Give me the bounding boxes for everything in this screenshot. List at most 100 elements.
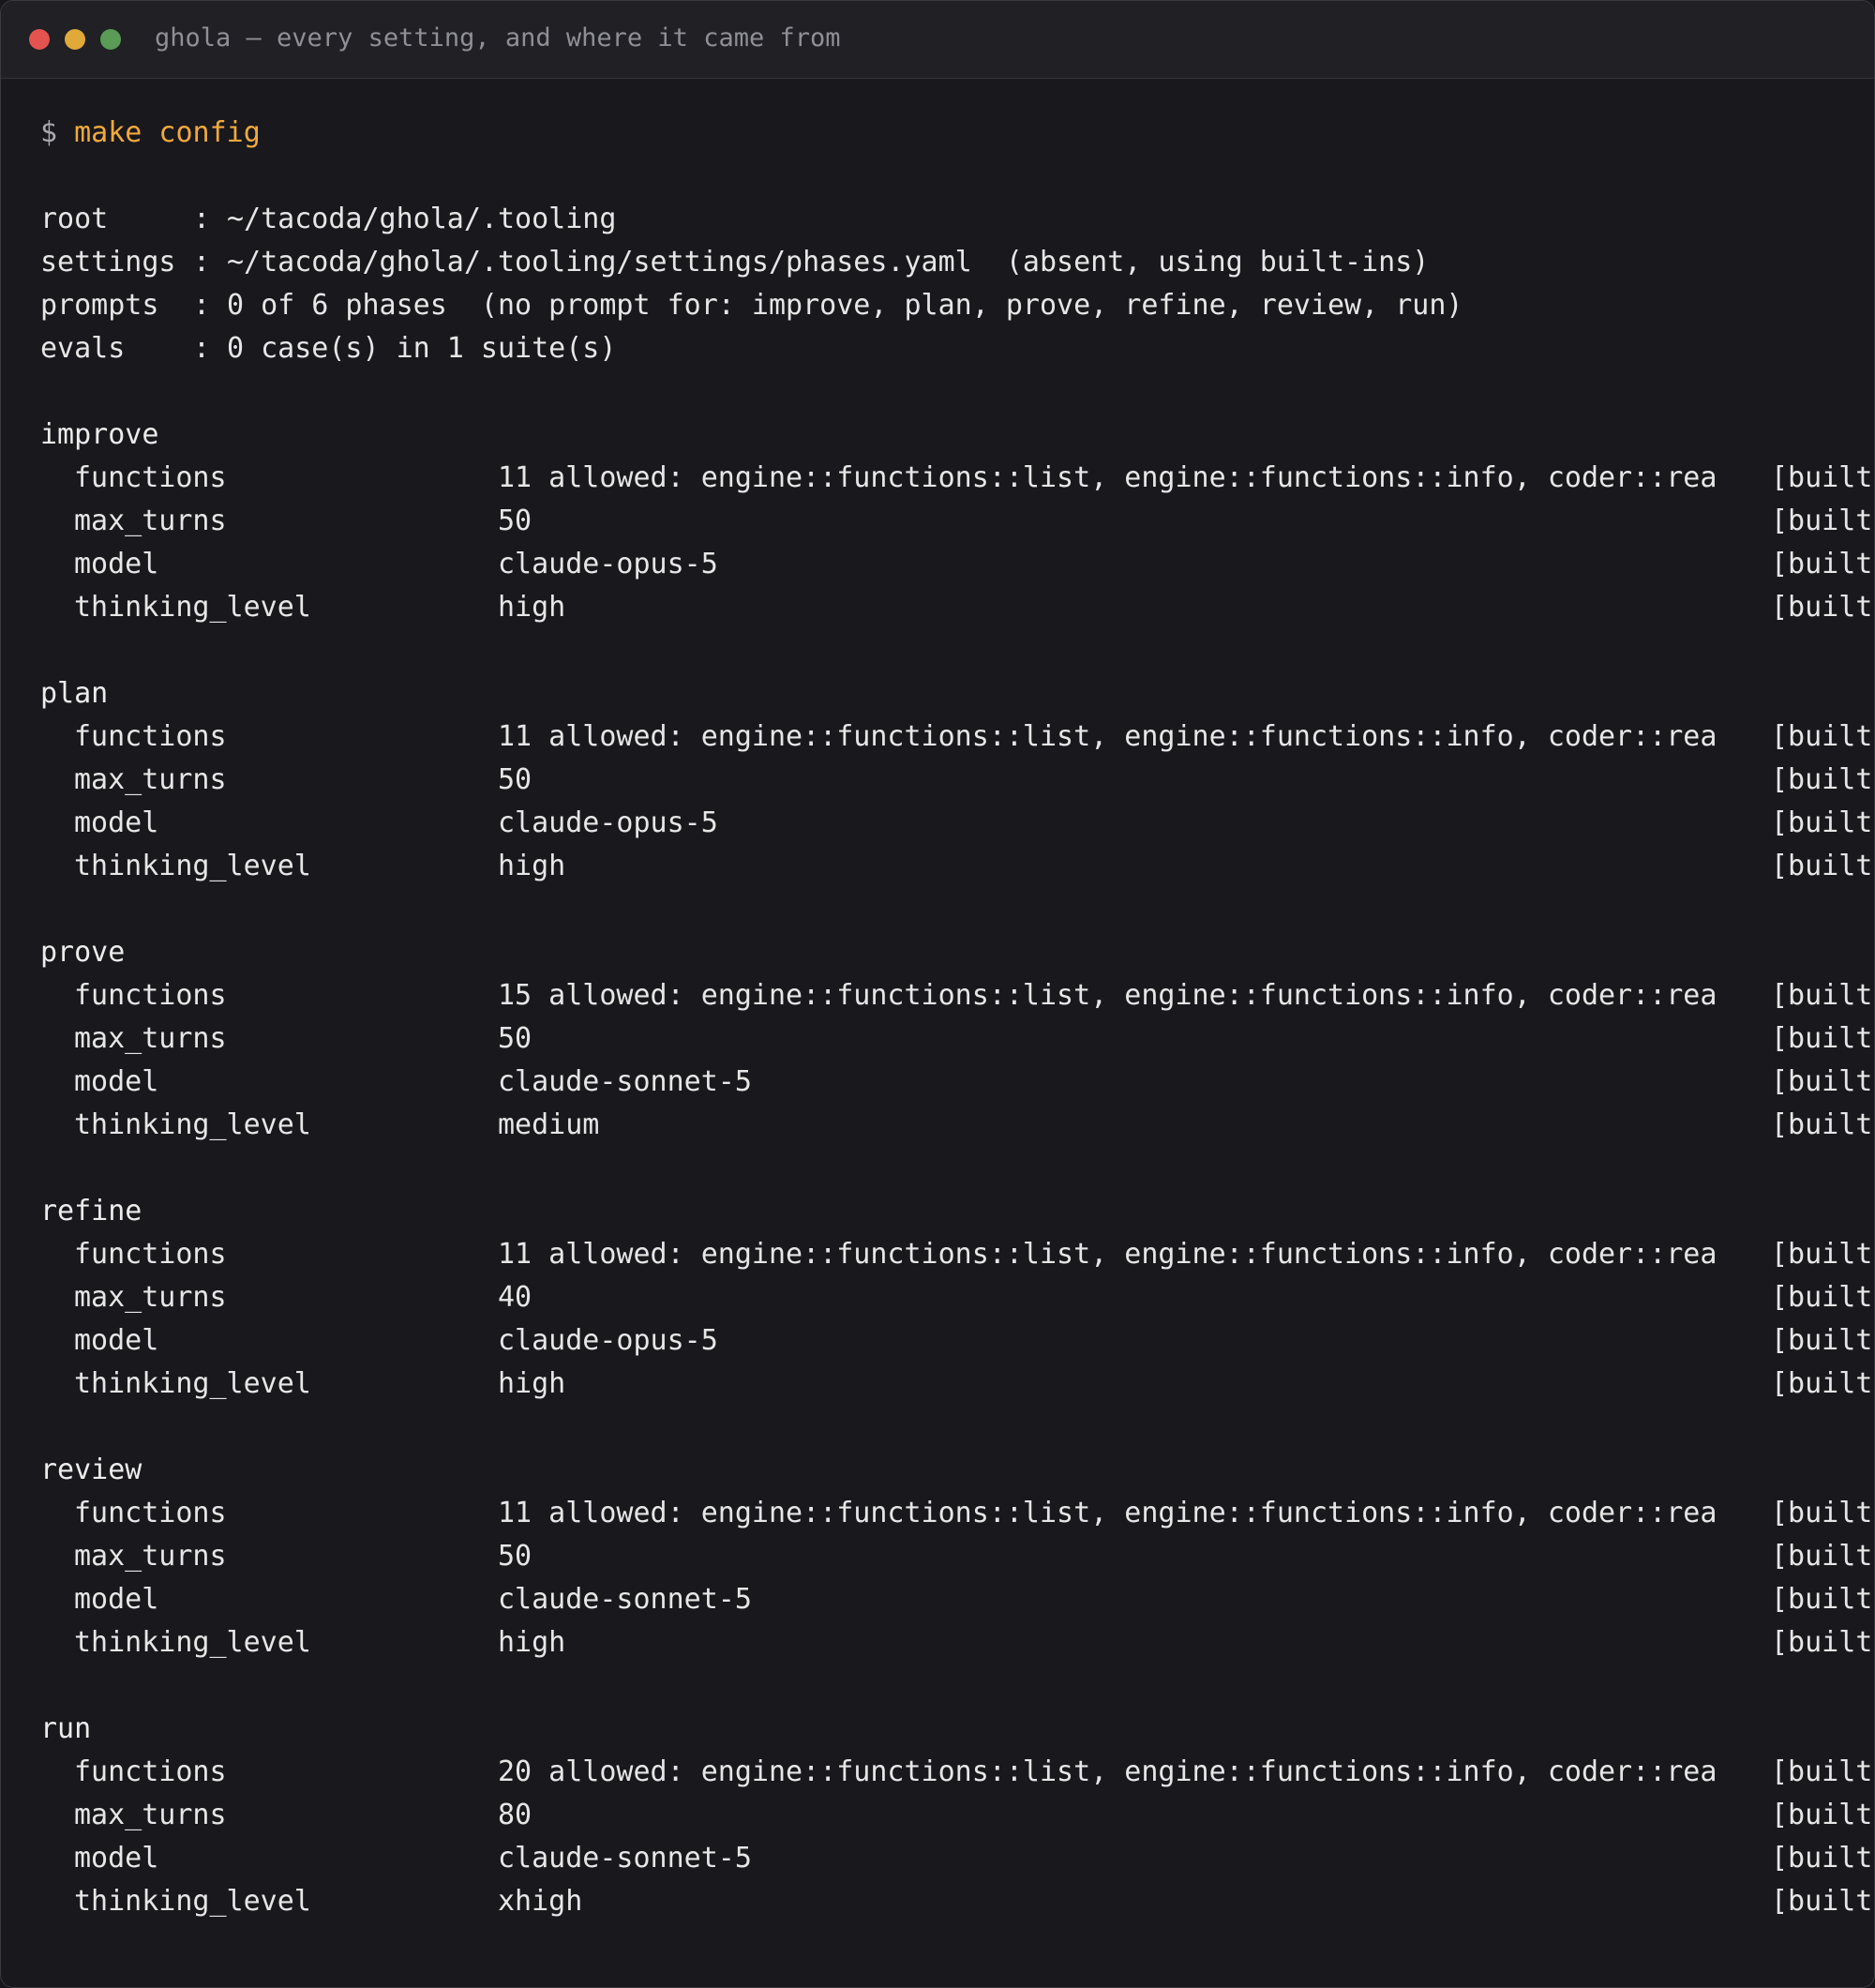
setting-source: [built- (1771, 1540, 1874, 1573)
setting-key: thinking_level (74, 850, 311, 882)
command-line: $ make config (40, 112, 1874, 155)
setting-source: [built- (1771, 1108, 1874, 1141)
setting-row: functions 11 allowed: engine::functions::… (40, 1233, 1874, 1276)
setting-value: 11 allowed: engine::functions::list, eng… (498, 1238, 1718, 1271)
setting-key: max_turns (74, 1281, 227, 1314)
setting-row: functions 20 allowed: engine::functions::… (40, 1751, 1874, 1794)
setting-source: [built- (1771, 1755, 1874, 1788)
phase-heading: improve (40, 418, 159, 451)
setting-key: functions (74, 1238, 227, 1271)
setting-key: max_turns (74, 505, 227, 537)
setting-key: model (74, 1324, 159, 1357)
setting-source: [built- (1771, 1799, 1874, 1831)
meta-value: 0 case(s) in 1 suite(s) (227, 332, 617, 365)
setting-key: thinking_level (74, 1626, 311, 1659)
meta-row: prompts:0 of 6 phases (no prompt for: im… (40, 284, 1874, 327)
setting-row: thinking_level high [built- (40, 1621, 1874, 1664)
meta-separator: : (193, 332, 211, 365)
setting-row: model claude-opus-5 [built- (40, 802, 1874, 845)
meta-key: settings (40, 246, 176, 279)
setting-value: high (498, 1626, 566, 1659)
setting-value: claude-opus-5 (498, 806, 718, 839)
setting-key: model (74, 548, 159, 580)
setting-value: 50 (498, 1540, 532, 1573)
setting-key: thinking_level (74, 1885, 311, 1918)
setting-source: [built- (1771, 763, 1874, 796)
setting-value: 50 (498, 763, 532, 796)
phase-heading: refine (40, 1195, 142, 1227)
setting-source: [built- (1771, 720, 1874, 753)
meta-row: evals:0 case(s) in 1 suite(s) (40, 327, 1874, 370)
minimize-window-button[interactable] (65, 29, 85, 50)
setting-row: functions 11 allowed: engine::functions::… (40, 1492, 1874, 1535)
setting-source: [built- (1771, 1065, 1874, 1098)
setting-value: claude-sonnet-5 (498, 1583, 752, 1616)
setting-source: [built- (1771, 1497, 1874, 1529)
setting-source: [built- (1771, 461, 1874, 494)
setting-row: max_turns 80 [built- (40, 1794, 1874, 1837)
setting-key: thinking_level (74, 1367, 311, 1400)
setting-source: [built- (1771, 1885, 1874, 1918)
prompt-symbol: $ (40, 116, 58, 149)
meta-row: root: ~/tacoda/ghola/.tooling (40, 198, 1874, 241)
setting-key: model (74, 806, 159, 839)
setting-row: thinking_level high [built- (40, 845, 1874, 888)
setting-key: functions (74, 1755, 227, 1788)
setting-value: 50 (498, 505, 532, 537)
setting-value: 11 allowed: engine::functions::list, eng… (498, 461, 1718, 494)
setting-source: [built- (1771, 548, 1874, 580)
zoom-window-button[interactable] (100, 29, 121, 50)
phase-heading: plan (40, 677, 109, 710)
setting-value: high (498, 850, 566, 882)
meta-row: settings: ~/tacoda/ghola/.tooling/setting… (40, 241, 1874, 284)
setting-key: functions (74, 720, 227, 753)
phase-heading: review (40, 1453, 142, 1486)
close-window-button[interactable] (29, 29, 50, 50)
setting-source: [built- (1771, 979, 1874, 1012)
setting-row: thinking_level xhigh [built- (40, 1880, 1874, 1923)
setting-row: thinking_level high [built- (40, 586, 1874, 629)
setting-row: thinking_level medium [built- (40, 1104, 1874, 1147)
meta-value: ~/tacoda/ghola/.tooling (227, 203, 617, 235)
phase-heading: run (40, 1712, 92, 1745)
meta-separator: : (193, 246, 211, 279)
setting-source: [built- (1771, 1324, 1874, 1357)
setting-row: model claude-opus-5 [built- (40, 543, 1874, 586)
terminal-window: ghola — every setting, and where it came… (0, 0, 1875, 1988)
setting-row: thinking_level high [built- (40, 1363, 1874, 1406)
meta-value: 0 of 6 phases (no prompt for: improve, p… (227, 289, 1463, 322)
meta-key: root (40, 203, 109, 235)
setting-value: 50 (498, 1022, 532, 1055)
setting-key: max_turns (74, 763, 227, 796)
setting-source: [built- (1771, 1367, 1874, 1400)
setting-value: 20 allowed: engine::functions::list, eng… (498, 1755, 1718, 1788)
setting-source: [built- (1771, 1842, 1874, 1875)
setting-key: thinking_level (74, 591, 311, 624)
setting-value: xhigh (498, 1885, 583, 1918)
meta-value: ~/tacoda/ghola/.tooling/settings/phases.… (227, 246, 1430, 279)
setting-value: claude-opus-5 (498, 548, 718, 580)
setting-key: functions (74, 461, 227, 494)
terminal-output[interactable]: $ make config root: ~/tacoda/ghola/.tooli… (40, 112, 1874, 1923)
setting-source: [built- (1771, 1626, 1874, 1659)
meta-separator: : (193, 203, 211, 235)
setting-row: max_turns 50 [built- (40, 1535, 1874, 1578)
setting-value: 11 allowed: engine::functions::list, eng… (498, 1497, 1718, 1529)
setting-value: 40 (498, 1281, 532, 1314)
setting-value: 80 (498, 1799, 532, 1831)
setting-row: model claude-sonnet-5 [built- (40, 1578, 1874, 1621)
setting-value: high (498, 1367, 566, 1400)
setting-row: max_turns 40 [built- (40, 1276, 1874, 1319)
setting-key: model (74, 1583, 159, 1616)
setting-source: [built- (1771, 1022, 1874, 1055)
setting-value: claude-sonnet-5 (498, 1065, 752, 1098)
setting-value: medium (498, 1108, 600, 1141)
meta-separator: : (193, 289, 211, 322)
window-title: ghola — every setting, and where it came… (155, 23, 841, 53)
meta-key: evals (40, 332, 126, 365)
